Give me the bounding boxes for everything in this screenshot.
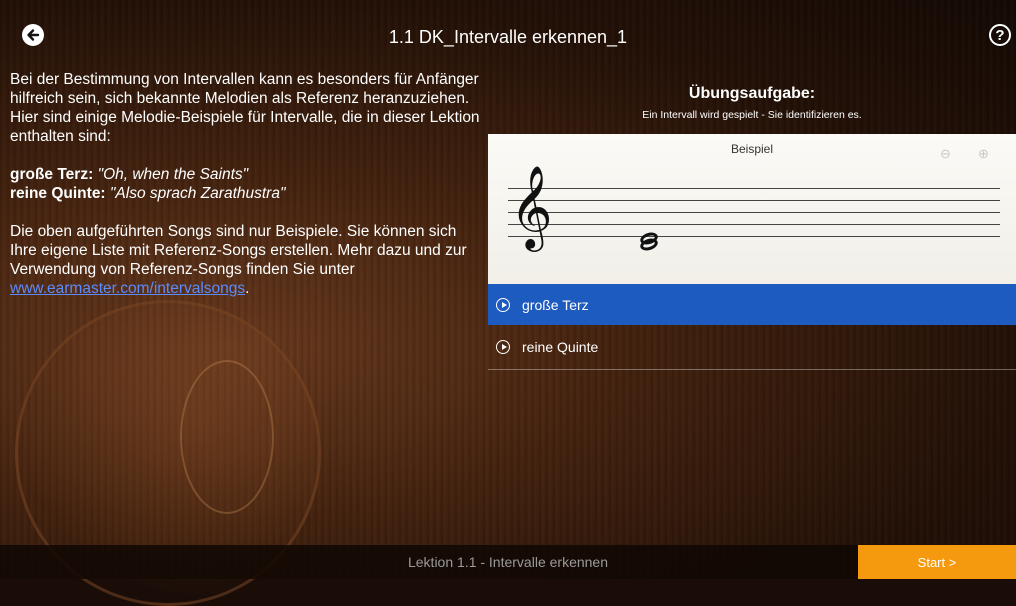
play-icon[interactable] <box>496 297 510 312</box>
staff-line <box>508 224 1000 225</box>
staff-line <box>508 188 1000 189</box>
violin-f-hole-image <box>180 360 274 514</box>
exercise-header: Übungsaufgabe: Ein Intervall wird gespie… <box>488 85 1016 121</box>
staff-label: Beispiel <box>730 142 774 156</box>
example-major-third: große Terz: "Oh, when the Saints" <box>10 166 249 183</box>
answer-list: große Terz reine Quinte <box>488 284 1016 370</box>
music-staff-panel: Beispiel ⊖ ⊕ 𝄞 <box>488 134 1016 284</box>
intro-paragraph: Bei der Bestimmung von Intervallen kann … <box>10 71 479 107</box>
exercise-title: Übungsaufgabe: <box>688 85 816 102</box>
staff-line <box>508 236 1000 237</box>
answer-label: reine Quinte <box>522 339 599 355</box>
zoom-in-icon[interactable]: ⊕ <box>978 146 992 161</box>
start-button[interactable]: Start > <box>858 545 1016 579</box>
zoom-out-icon[interactable]: ⊖ <box>940 146 954 161</box>
answer-perfect-fifth[interactable]: reine Quinte <box>488 325 1016 370</box>
answer-label: große Terz <box>522 296 589 313</box>
help-button[interactable]: ? <box>989 24 1011 46</box>
top-bar: 1.1 DK_Intervalle erkennen_1 ? <box>0 0 1016 58</box>
treble-clef-icon: 𝄞 <box>510 164 553 248</box>
intervalsongs-link[interactable]: www.earmaster.com/intervalsongs <box>10 280 245 297</box>
reference-songs-paragraph: Die oben aufgeführten Songs sind nur Bei… <box>10 223 467 297</box>
lesson-description: Bei der Bestimmung von Intervallen kann … <box>10 70 480 298</box>
examples-intro: Hier sind einige Melodie-Beispiele für I… <box>10 109 480 145</box>
example-perfect-fifth: reine Quinte: "Also sprach Zarathustra" <box>10 185 286 202</box>
play-icon[interactable] <box>496 340 510 354</box>
page-title: 1.1 DK_Intervalle erkennen_1 <box>388 27 628 47</box>
answer-major-third[interactable]: große Terz <box>488 284 1016 325</box>
staff-line <box>508 212 1000 213</box>
exercise-subtitle: Ein Intervall wird gespielt - Sie identi… <box>642 109 862 121</box>
staff-line <box>508 200 1000 201</box>
